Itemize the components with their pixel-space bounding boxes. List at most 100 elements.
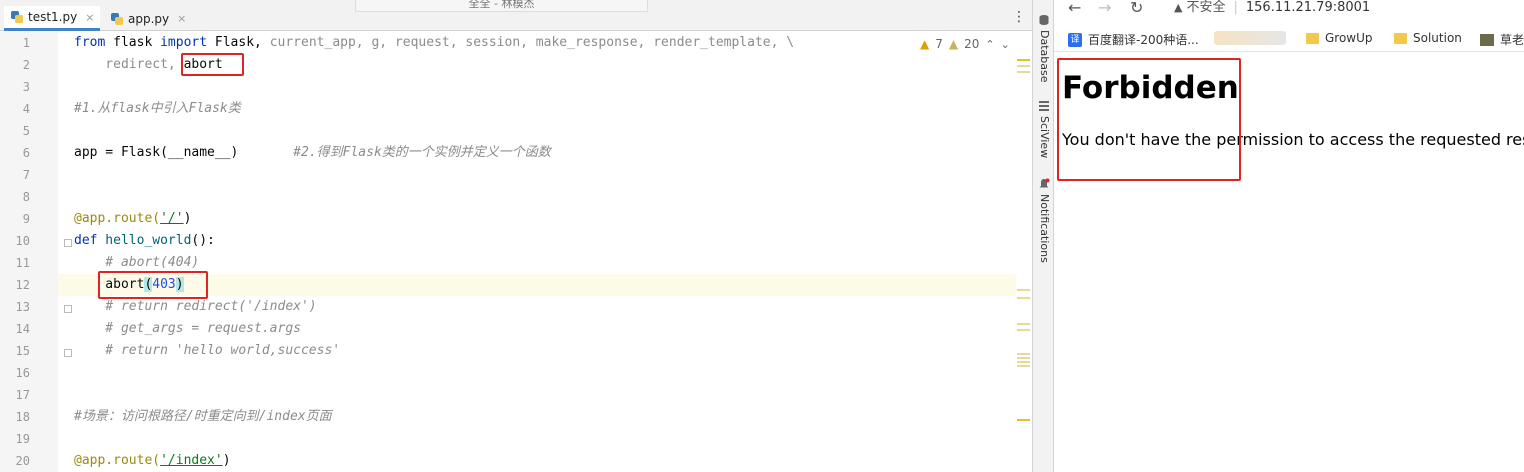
fold-marker-icon[interactable] (64, 239, 72, 247)
browser-window: ← → ↻ ▲ 不安全 | 156.11.21.79:8001 译 百度翻译-2… (1054, 0, 1524, 472)
window-title-popup: 全全 - 林模杰 (355, 0, 648, 12)
bookmark-growup[interactable]: GrowUp (1306, 31, 1373, 45)
security-warning-icon[interactable]: ▲ (1174, 0, 1182, 16)
tool-notifications[interactable]: Notifications (1038, 194, 1051, 263)
line-number: 3 (22, 80, 30, 94)
line-number: 13 (15, 300, 30, 314)
tool-sciview[interactable]: SciView (1038, 116, 1051, 158)
line-number: 15 (15, 344, 30, 358)
code-line: 5 (23, 120, 1016, 142)
code-line: 13 # return redirect('/index') (16, 296, 1016, 318)
code-area[interactable]: 1 from flask import Flask, current_app, … (16, 31, 1016, 472)
warning-marker[interactable] (1017, 59, 1030, 61)
warning-marker[interactable] (1017, 357, 1030, 359)
notifications-bell-icon[interactable] (1038, 178, 1050, 190)
weak-warning-icon: ▲ (948, 37, 959, 51)
line-number: 19 (15, 432, 30, 446)
warning-count: 7 (935, 37, 943, 51)
line-number: 20 (15, 454, 30, 468)
warning-marker[interactable] (1017, 419, 1030, 421)
line-number: 4 (22, 102, 30, 116)
line-number: 2 (22, 58, 30, 72)
forward-icon[interactable]: → (1098, 0, 1111, 16)
folder-icon (1306, 32, 1319, 44)
tab-app-py[interactable]: app.py × (104, 6, 192, 31)
code-line: 1 from flask import Flask, current_app, … (23, 32, 1016, 54)
code-line: 20 @app.route('/index') (16, 450, 1016, 472)
line-number: 9 (22, 212, 30, 226)
code-line: 9 @app.route('/') (23, 208, 1016, 230)
bookmark-solution[interactable]: Solution (1394, 31, 1462, 45)
highlight-box-forbidden (1057, 58, 1241, 181)
warning-marker[interactable] (1017, 361, 1030, 363)
back-icon[interactable]: ← (1068, 0, 1081, 16)
fold-marker-icon[interactable] (64, 349, 72, 357)
weak-warning-count: 20 (964, 37, 980, 51)
line-number: 18 (15, 410, 30, 424)
sciview-icon[interactable] (1038, 100, 1050, 112)
line-number: 12 (15, 278, 30, 292)
line-number: 6 (22, 146, 30, 160)
code-line: 16 (16, 362, 1016, 384)
tool-database[interactable]: Database (1038, 30, 1051, 83)
code-line: 10 def hello_world(): (16, 230, 1016, 252)
close-tab-icon[interactable]: × (85, 11, 94, 24)
url-text[interactable]: 156.11.21.79:8001 (1246, 0, 1370, 16)
error-stripe[interactable] (1016, 31, 1032, 472)
code-line: 19 (16, 428, 1016, 450)
line-number: 7 (22, 168, 30, 182)
code-line: 8 (23, 186, 1016, 208)
screen: test1.py × app.py × ⋮ 全全 - 林模杰 1 from fl… (0, 0, 1524, 472)
security-label[interactable]: 不安全 (1186, 0, 1225, 16)
code-line: 17 (16, 384, 1016, 406)
code-line: 18 #场景：访问根路径/时重定向到/index页面 (16, 406, 1016, 428)
tab-label: app.py (128, 11, 170, 26)
tool-window-strip: Database SciView Notifications (1032, 0, 1054, 472)
warning-marker[interactable] (1017, 323, 1030, 325)
blurred-bookmark-icon (1214, 31, 1286, 45)
code-line: 4 #1.从flask中引入Flask类 (23, 98, 1016, 120)
code-line: 3 (23, 76, 1016, 98)
python-file-icon (10, 10, 24, 24)
highlight-box-abort-call (98, 271, 208, 299)
next-highlight-icon[interactable]: ⌄ (1001, 38, 1010, 51)
line-number: 11 (15, 256, 30, 270)
bookmark-last[interactable]: 草老 (1480, 31, 1524, 48)
line-number: 14 (15, 322, 30, 336)
line-number: 8 (22, 190, 30, 204)
code-line: 14 # get_args = request.args (16, 318, 1016, 340)
code-line: 6 app = Flask(__name__) #2.得到Flask类的一个实例… (23, 142, 1016, 164)
line-number: 5 (22, 124, 30, 138)
warning-icon: ▲ (920, 37, 930, 51)
warning-marker[interactable] (1017, 71, 1030, 73)
bookmark-blurred[interactable] (1214, 31, 1286, 45)
warning-marker[interactable] (1017, 353, 1030, 355)
bookmark-translate[interactable]: 译 百度翻译-200种语... (1068, 31, 1199, 48)
warning-marker[interactable] (1017, 65, 1030, 67)
line-number: 17 (15, 388, 30, 402)
warning-marker[interactable] (1017, 329, 1030, 331)
close-tab-icon[interactable]: × (177, 12, 186, 25)
browser-toolbar: ← → ↻ ▲ 不安全 | 156.11.21.79:8001 (1054, 0, 1524, 22)
code-line: 15 # return 'hello world,success' (16, 340, 1016, 362)
bookmark-thumbnail-icon (1480, 33, 1494, 46)
line-number: 10 (15, 234, 30, 248)
translate-icon: 译 (1068, 32, 1082, 47)
reload-icon[interactable]: ↻ (1130, 0, 1143, 16)
highlight-box-abort-import (181, 53, 244, 76)
database-icon[interactable] (1038, 14, 1050, 26)
address-bar[interactable]: ▲ 不安全 | 156.11.21.79:8001 (1174, 0, 1370, 16)
warning-marker[interactable] (1017, 297, 1030, 299)
tab-test1-py[interactable]: test1.py × (4, 6, 101, 31)
inspection-widget[interactable]: ▲ 7 ▲ 20 ⌃ ⌄ (920, 37, 1010, 51)
line-number: 16 (15, 366, 30, 380)
warning-marker[interactable] (1017, 289, 1030, 291)
address-separator: | (1233, 0, 1238, 15)
more-options-icon[interactable]: ⋮ (1012, 10, 1026, 24)
fold-marker-icon[interactable] (64, 305, 72, 313)
tab-label: test1.py (28, 10, 78, 24)
previous-highlight-icon[interactable]: ⌃ (985, 38, 994, 51)
warning-marker[interactable] (1017, 365, 1030, 367)
code-line: 7 (23, 164, 1016, 186)
python-file-icon (110, 12, 124, 26)
